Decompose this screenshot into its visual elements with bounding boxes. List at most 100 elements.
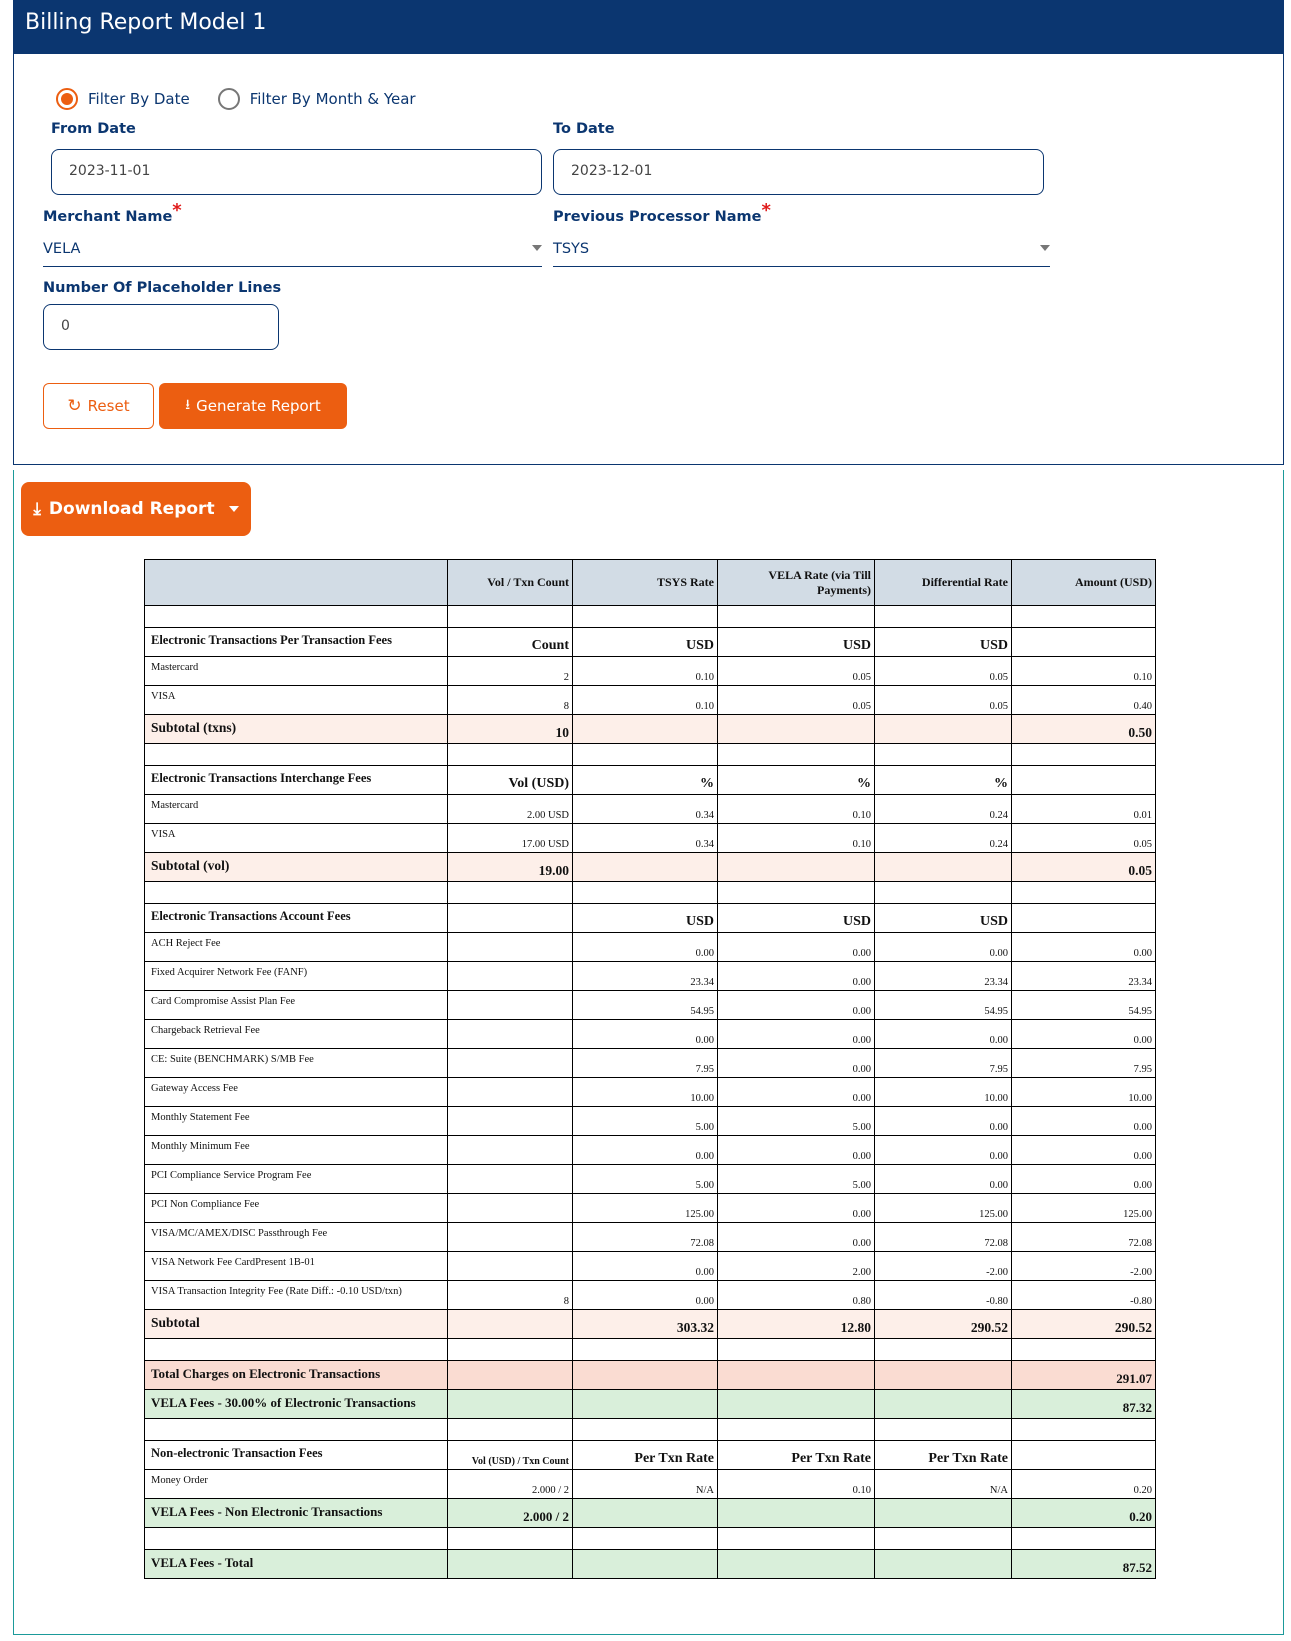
- table-cell: 0.05: [874, 656, 1012, 686]
- table-cell: Mastercard: [144, 794, 448, 824]
- table-row: VISA Network Fee CardPresent 1B-01 0.00 2.…: [144, 1251, 1156, 1281]
- table-cell: [874, 1418, 1012, 1441]
- table-cell: 0.40: [1011, 685, 1156, 715]
- table-cell: 125.00: [572, 1193, 718, 1223]
- table-cell: [572, 605, 718, 628]
- column-header: Vol / Txn Count: [447, 559, 573, 606]
- table-cell: VISA: [144, 823, 448, 853]
- section-non-electronic: Non-electronic Transaction Fees Vol (USD)…: [144, 1440, 1156, 1470]
- download-report-button[interactable]: ⤓ Download Report: [21, 482, 251, 536]
- table-cell: 0.00: [874, 932, 1012, 962]
- table-cell: Monthly Minimum Fee: [144, 1135, 448, 1165]
- unit-cell: USD: [717, 903, 875, 933]
- table-cell: [874, 1360, 1012, 1390]
- table-cell: [447, 1527, 573, 1550]
- table-cell: [717, 852, 875, 882]
- table-cell: 0.10: [1011, 656, 1156, 686]
- radio-label-filter-by-date[interactable]: Filter By Date: [88, 90, 190, 108]
- table-cell: [447, 1019, 573, 1049]
- table-cell: [1011, 1527, 1156, 1550]
- table-cell: 87.32: [1011, 1389, 1156, 1419]
- table-cell: [572, 1389, 718, 1419]
- table-cell: [572, 1360, 718, 1390]
- vela-fees-total-row: VELA Fees - Total 87.52: [144, 1549, 1156, 1579]
- subtotal-row: Subtotal (txns) 10 0.50: [144, 714, 1156, 744]
- table-cell: VELA Fees - Non Electronic Transactions: [144, 1498, 448, 1528]
- table-cell: -0.80: [874, 1280, 1012, 1310]
- table-cell: Total Charges on Electronic Transactions: [144, 1360, 448, 1390]
- table-cell: 0.10: [717, 823, 875, 853]
- table-cell: 291.07: [1011, 1360, 1156, 1390]
- table-cell: [1011, 1338, 1156, 1361]
- blank-row: [144, 1338, 1156, 1361]
- table-cell: [572, 1527, 718, 1550]
- unit-cell: Vol (USD): [447, 765, 573, 795]
- vela-fees-electronic-row: VELA Fees - 30.00% of Electronic Transac…: [144, 1389, 1156, 1419]
- table-cell: [572, 1338, 718, 1361]
- to-date-input[interactable]: 2023-12-01: [553, 149, 1044, 195]
- section-account-fees: Electronic Transactions Account Fees USD U…: [144, 903, 1156, 933]
- subtotal-row: Subtotal 303.32 12.80 290.52 290.52: [144, 1309, 1156, 1339]
- unit-cell: [1011, 903, 1156, 933]
- table-cell: 0.10: [572, 656, 718, 686]
- table-cell: [1011, 1418, 1156, 1441]
- table-cell: 10.00: [874, 1077, 1012, 1107]
- table-row: Monthly Minimum Fee 0.00 0.00 0.00 0.00: [144, 1135, 1156, 1165]
- table-cell: [717, 1360, 875, 1390]
- page-title: Billing Report Model 1: [25, 10, 267, 35]
- radio-label-filter-by-month-year[interactable]: Filter By Month & Year: [250, 90, 416, 108]
- table-cell: Monthly Statement Fee: [144, 1106, 448, 1136]
- radio-filter-by-date[interactable]: [56, 88, 78, 110]
- table-cell: [447, 1164, 573, 1194]
- table-row: PCI Non Compliance Fee 125.00 0.00 125.00 12…: [144, 1193, 1156, 1223]
- processor-name-select[interactable]: TSYS: [553, 235, 1050, 267]
- merchant-name-select[interactable]: VELA: [43, 235, 542, 267]
- table-cell: [717, 1418, 875, 1441]
- generate-report-button[interactable]: ⭳ Generate Report: [159, 383, 347, 429]
- column-header: Amount (USD): [1011, 559, 1156, 606]
- merchant-name-label-text: Merchant Name: [43, 209, 173, 225]
- table-cell: [874, 1389, 1012, 1419]
- table-cell: 7.95: [572, 1048, 718, 1078]
- table-cell: 54.95: [572, 990, 718, 1020]
- table-row: Fixed Acquirer Network Fee (FANF) 23.34 0.…: [144, 961, 1156, 991]
- table-cell: 17.00 USD: [447, 823, 573, 853]
- table-cell: 290.52: [1011, 1309, 1156, 1339]
- table-cell: 23.34: [572, 961, 718, 991]
- from-date-label: From Date: [51, 121, 136, 137]
- from-date-input[interactable]: 2023-11-01: [51, 149, 542, 195]
- table-cell: N/A: [874, 1469, 1012, 1499]
- required-marker: *: [172, 200, 182, 221]
- table-cell: 2.000 / 2: [447, 1498, 573, 1528]
- processor-name-label: Previous Processor Name*: [553, 200, 771, 226]
- unit-cell: [1011, 627, 1156, 657]
- table-cell: [144, 743, 448, 766]
- unit-cell: USD: [572, 903, 718, 933]
- table-cell: 290.52: [874, 1309, 1012, 1339]
- table-row: PCI Compliance Service Program Fee 5.00 5.…: [144, 1164, 1156, 1194]
- table-cell: 2.000 / 2: [447, 1469, 573, 1499]
- table-cell: [447, 1549, 573, 1579]
- reset-button[interactable]: ↻ Reset: [43, 383, 154, 429]
- table-cell: 0.00: [717, 990, 875, 1020]
- column-header: [144, 559, 448, 606]
- table-cell: 0.05: [717, 685, 875, 715]
- table-cell: 0.00: [1011, 1135, 1156, 1165]
- table-cell: [717, 743, 875, 766]
- table-cell: VISA: [144, 685, 448, 715]
- table-cell: 0.01: [1011, 794, 1156, 824]
- total-electronic-row: Total Charges on Electronic Transactions…: [144, 1360, 1156, 1390]
- column-header: TSYS Rate: [572, 559, 718, 606]
- reset-button-label: Reset: [87, 397, 130, 415]
- placeholder-lines-input[interactable]: 0: [43, 304, 279, 350]
- table-cell: 0.34: [572, 823, 718, 853]
- table-cell: Subtotal: [144, 1309, 448, 1339]
- table-cell: [717, 1498, 875, 1528]
- vela-fees-non-electronic-row: VELA Fees - Non Electronic Transactions 2…: [144, 1498, 1156, 1528]
- radio-filter-by-month-year[interactable]: [217, 88, 240, 110]
- table-cell: 0.00: [1011, 1106, 1156, 1136]
- section-title: Electronic Transactions Interchange Fees: [144, 765, 448, 795]
- table-cell: [572, 1418, 718, 1441]
- chevron-down-icon: [532, 245, 542, 251]
- table-cell: [144, 1418, 448, 1441]
